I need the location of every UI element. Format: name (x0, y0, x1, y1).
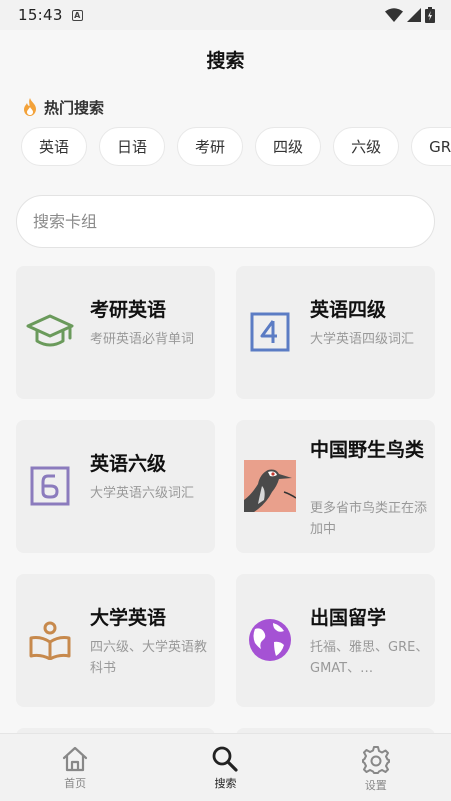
chip-japanese[interactable]: 日语 (99, 127, 166, 166)
deck-title: 大学英语 (90, 607, 167, 629)
cell-signal-icon (407, 8, 421, 22)
deck-description: 托福、雅思、GRE、GMAT、… (310, 640, 429, 676)
tab-home[interactable]: 首页 (0, 734, 150, 801)
tab-label: 首页 (64, 777, 87, 790)
hot-search-heading: 热门搜索 (22, 96, 104, 118)
deck-title: 考研英语 (90, 299, 167, 321)
deck-card-cet6[interactable]: 英语六级 大学英语六级词汇 (16, 420, 215, 553)
deck-card-postgraduate-english[interactable]: 考研英语 考研英语必背单词 (16, 266, 215, 399)
tab-settings[interactable]: 设置 (301, 734, 451, 801)
deck-title: 英语四级 (310, 299, 387, 321)
gear-icon (361, 746, 390, 774)
chip-cet6[interactable]: 六级 (333, 127, 400, 166)
home-icon (63, 746, 88, 772)
open-book-icon (24, 614, 76, 666)
graduation-cap-icon (24, 306, 76, 358)
deck-description: 四六级、大学英语教科书 (90, 640, 208, 676)
search-input[interactable] (33, 212, 418, 231)
tab-label: 设置 (364, 779, 387, 792)
deck-description: 更多省市鸟类正在添加中 (310, 501, 428, 537)
status-bar: 15:43 A (0, 0, 451, 30)
chip-postgraduate[interactable]: 考研 (177, 127, 244, 166)
deck-description: 大学英语四级词汇 (310, 332, 415, 347)
number-6-icon (24, 460, 76, 512)
deck-title: 英语六级 (90, 453, 167, 475)
status-icons (385, 7, 435, 23)
chip-gre[interactable]: GRE (411, 127, 451, 166)
deck-card-wild-birds[interactable]: 中国野生鸟类 更多省市鸟类正在添加中 (236, 420, 435, 553)
search-box[interactable] (16, 195, 435, 248)
globe-icon (244, 614, 296, 666)
battery-icon (425, 7, 435, 23)
tab-label: 搜索 (214, 777, 237, 790)
deck-card-study-abroad[interactable]: 出国留学 托福、雅思、GRE、GMAT、… (236, 574, 435, 707)
status-a-badge: A (71, 9, 83, 21)
deck-title: 出国留学 (310, 607, 387, 629)
deck-description: 考研英语必背单词 (90, 332, 195, 347)
chip-english[interactable]: 英语 (21, 127, 88, 166)
deck-description: 大学英语六级词汇 (90, 486, 195, 501)
status-time: 15:43 (18, 6, 63, 24)
wifi-icon (385, 8, 403, 22)
hot-search-title: 热门搜索 (44, 98, 105, 117)
bottom-tab-bar: 首页 搜索 设置 (0, 733, 451, 801)
deck-card-cet4[interactable]: 英语四级 大学英语四级词汇 (236, 266, 435, 399)
hot-search-chips: 英语 日语 考研 四级 六级 GRE (21, 127, 451, 167)
tab-search[interactable]: 搜索 (150, 734, 300, 801)
page-title: 搜索 (206, 49, 245, 72)
search-icon (213, 746, 239, 772)
deck-title: 中国野生鸟类 (310, 439, 425, 461)
flame-icon (24, 98, 36, 116)
deck-card-college-english[interactable]: 大学英语 四六级、大学英语教科书 (16, 574, 215, 707)
bird-image (244, 460, 296, 512)
chip-cet4[interactable]: 四级 (255, 127, 322, 166)
number-4-icon (244, 306, 296, 358)
page-header: 搜索 (0, 30, 451, 88)
